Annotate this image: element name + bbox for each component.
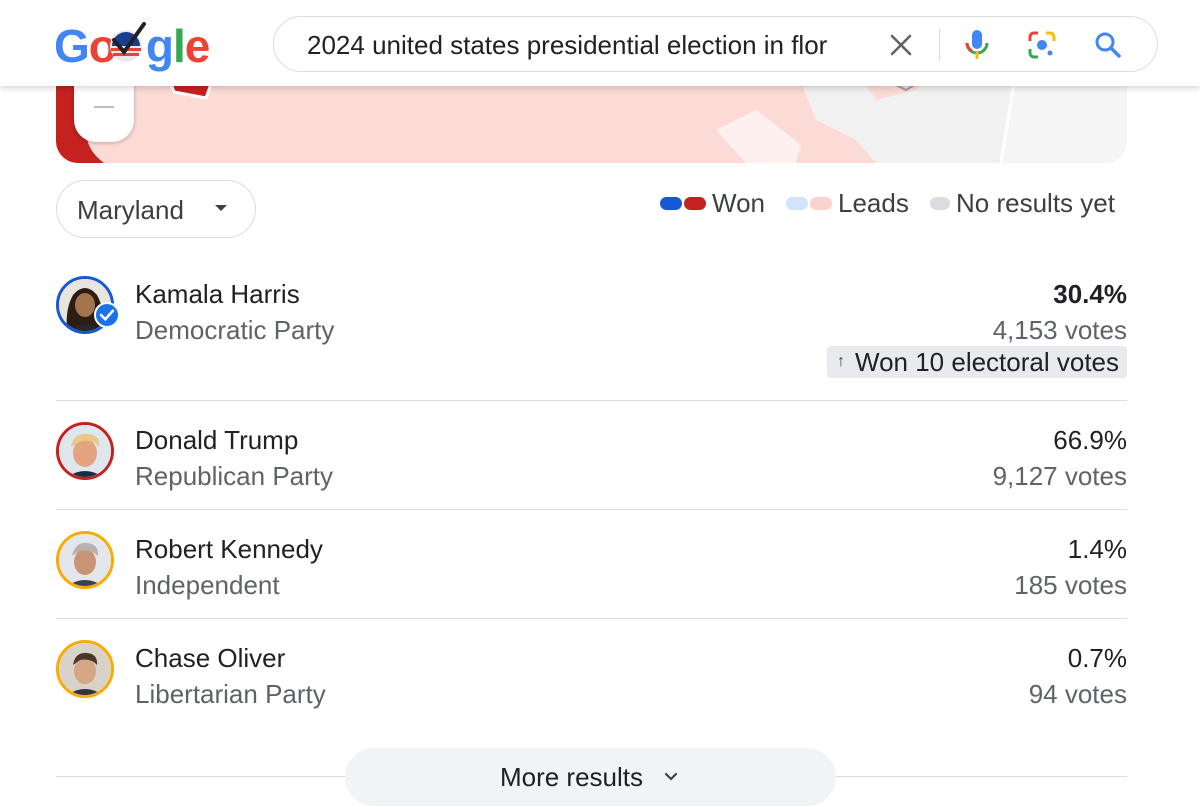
candidate-name: Donald Trump (135, 425, 299, 455)
candidate-party: Republican Party (135, 461, 333, 491)
search-icon[interactable] (1092, 29, 1124, 61)
row-divider (56, 400, 1127, 401)
candidate-votes: 9,127 votes (992, 461, 1127, 491)
caret-down-icon (215, 205, 227, 211)
candidate-percent: 0.7% (1067, 643, 1127, 673)
state-dropdown[interactable]: Maryland (56, 180, 256, 238)
electoral-votes-badge: ↑ Won 10 electoral votes (827, 346, 1127, 378)
google-lens-icon[interactable] (1026, 29, 1058, 61)
row-divider (56, 618, 1127, 619)
legend-won-label: Won (712, 188, 765, 218)
avatar (56, 531, 114, 589)
minus-icon (94, 106, 114, 108)
dem-won-swatch (660, 196, 682, 210)
candidate-name: Kamala Harris (135, 279, 300, 309)
candidate-row-trump[interactable]: Donald Trump Republican Party 66.9% 9,12… (56, 422, 1127, 492)
legend-no-results: No results yet (930, 186, 1115, 220)
dem-leads-swatch (786, 196, 808, 210)
winner-check-icon (94, 302, 120, 328)
legend-leads: Leads (786, 186, 909, 220)
ballot-check-icon (110, 22, 146, 62)
candidate-percent: 66.9% (1053, 425, 1127, 455)
search-input[interactable]: 2024 united states presidential election… (307, 29, 867, 61)
more-results-label: More results (499, 761, 644, 792)
legend-no-results-label: No results yet (956, 188, 1115, 218)
candidate-votes: 4,153 votes (992, 315, 1127, 345)
candidate-votes: 94 votes (1028, 679, 1127, 709)
state-dropdown-label: Maryland (77, 195, 184, 225)
candidate-percent: 1.4% (1067, 534, 1127, 564)
candidate-row-oliver[interactable]: Chase Oliver Libertarian Party 0.7% 94 v… (56, 640, 1127, 710)
candidate-name: Robert Kennedy (135, 534, 323, 564)
candidate-votes: 185 votes (1014, 570, 1127, 600)
candidate-name: Chase Oliver (135, 643, 286, 673)
microphone-icon[interactable] (962, 28, 992, 62)
candidate-percent: 30.4% (1053, 279, 1127, 309)
candidate-party: Democratic Party (135, 315, 335, 345)
legend-won: Won (660, 186, 765, 220)
clear-icon[interactable] (886, 30, 916, 60)
more-results-line-right (836, 776, 1127, 777)
google-doodle-logo[interactable]: Google (54, 18, 214, 74)
rep-leads-swatch (810, 196, 832, 210)
candidate-party: Libertarian Party (135, 679, 326, 709)
candidate-row-harris[interactable]: Kamala Harris Democratic Party 30.4% 4,1… (56, 276, 1127, 386)
more-results-button[interactable]: More results (345, 748, 836, 806)
candidate-row-kennedy[interactable]: Robert Kennedy Independent 1.4% 185 vote… (56, 531, 1127, 601)
more-results-line-left (56, 776, 346, 777)
rep-won-swatch (684, 196, 706, 210)
candidate-photo (59, 643, 111, 695)
avatar (56, 640, 114, 698)
candidate-photo (59, 534, 111, 586)
electoral-votes-label: Won 10 electoral votes (855, 347, 1119, 377)
row-divider (56, 509, 1127, 510)
search-header: Google 2024 united states presidential e… (0, 0, 1200, 86)
chevron-down-icon (664, 772, 678, 781)
no-results-swatch (930, 196, 950, 210)
search-divider (939, 29, 940, 61)
arrow-up-icon: ↑ (837, 353, 845, 370)
search-bar[interactable]: 2024 united states presidential election… (273, 16, 1158, 72)
avatar (56, 422, 114, 480)
candidate-party: Independent (135, 570, 280, 600)
legend-leads-label: Leads (838, 188, 909, 218)
candidate-photo (59, 425, 111, 477)
